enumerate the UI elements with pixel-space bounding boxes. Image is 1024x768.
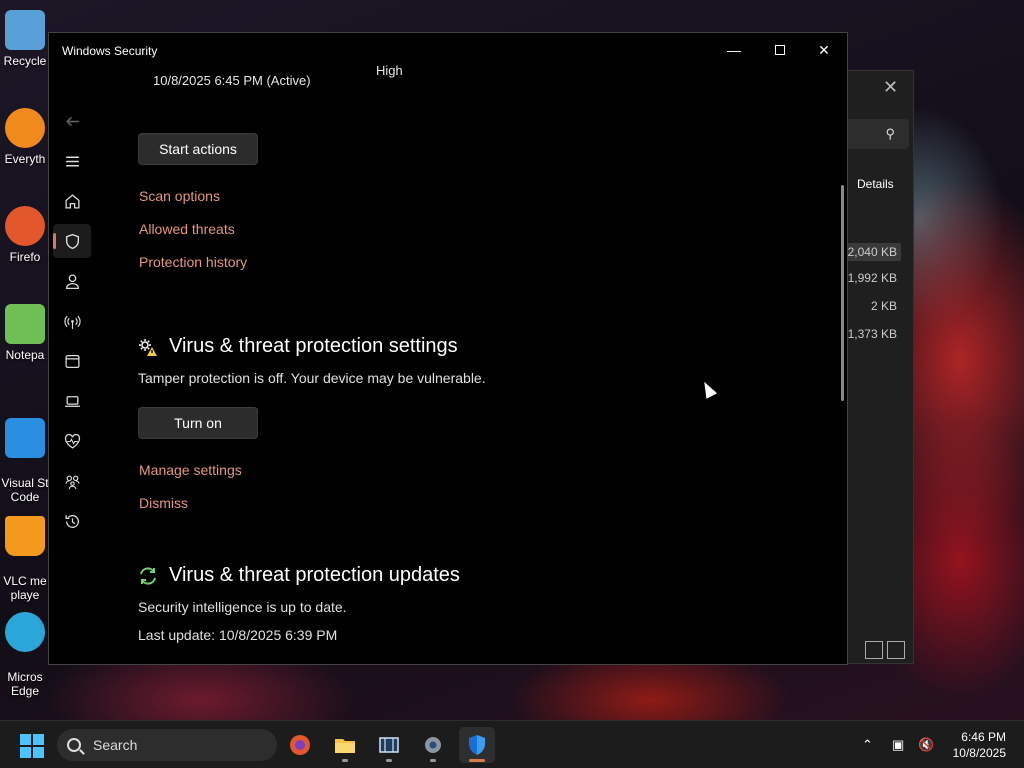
taskbar-windows-security[interactable] — [459, 727, 495, 763]
intelligence-status: Security intelligence is up to date. — [138, 599, 347, 615]
family-icon — [65, 475, 79, 489]
search-icon: ⚲ — [885, 126, 895, 141]
minimize-button[interactable]: — — [719, 39, 749, 61]
desktop-icon-vlc[interactable]: VLC me playe — [0, 502, 50, 602]
file-size[interactable]: 01,373 KB — [841, 327, 897, 341]
nav-device-health[interactable] — [53, 424, 91, 458]
nav-device-security[interactable] — [53, 384, 91, 418]
taskbar-file-explorer[interactable] — [327, 727, 363, 763]
menu-button[interactable] — [53, 144, 91, 178]
file-size[interactable]: 2 KB — [871, 299, 897, 313]
dismiss-link[interactable]: Dismiss — [139, 495, 188, 511]
shield-icon — [469, 735, 485, 755]
settings-heading: Virus & threat protection settings — [137, 335, 458, 358]
manage-settings-link[interactable]: Manage settings — [139, 462, 242, 478]
recycle-bin-icon — [5, 10, 45, 50]
settings-warning-icon — [139, 338, 157, 356]
details-button[interactable]: Details — [857, 177, 894, 191]
network-icon — [63, 315, 81, 329]
clock-time: 6:46 PM — [961, 730, 1006, 744]
everything-icon — [5, 108, 45, 148]
desktop-icon-recycle-bin[interactable]: Recycle — [0, 10, 50, 68]
protection-history-link[interactable]: Protection history — [139, 254, 247, 270]
network-display-icon[interactable]: ▣ — [892, 737, 904, 753]
taskbar: Search ⌃ ▣ 🔇 6:46 PM 10/8/2025 — [0, 720, 1024, 768]
nav-protection-history[interactable] — [53, 504, 91, 538]
account-icon — [65, 273, 79, 289]
scrollbar[interactable] — [841, 185, 844, 401]
desktop-icon-notepad[interactable]: Notepa — [0, 304, 50, 362]
clock[interactable]: 6:46 PM 10/8/2025 — [953, 729, 1006, 761]
view-switcher — [865, 641, 905, 659]
notepad-icon — [5, 304, 45, 344]
settings-icon — [64, 665, 81, 666]
tamper-protection-status: Tamper protection is off. Your device ma… — [138, 370, 486, 386]
file-size[interactable]: 1,992 KB — [848, 271, 897, 285]
taskbar-settings[interactable] — [415, 727, 451, 763]
clock-date: 10/8/2025 — [952, 746, 1006, 760]
last-scan-time: 10/8/2025 6:45 PM (Active) — [153, 73, 311, 88]
gear-icon — [425, 737, 441, 753]
close-button[interactable]: ✕ — [809, 39, 839, 61]
edge-icon — [5, 612, 45, 652]
chevron-up-icon[interactable]: ⌃ — [862, 737, 873, 753]
refresh-icon — [140, 566, 156, 585]
turn-on-button[interactable]: Turn on — [138, 407, 258, 439]
home-icon — [64, 193, 80, 209]
desktop-icon-edge[interactable]: Micros Edge — [0, 598, 50, 698]
folder-icon — [335, 739, 355, 753]
taskbar-media-app[interactable] — [371, 727, 407, 763]
nav-family-options[interactable] — [53, 464, 91, 498]
nav-account-protection[interactable] — [53, 264, 91, 298]
vlc-icon — [5, 516, 45, 556]
maximize-icon — [775, 45, 785, 55]
volume-muted-icon[interactable]: 🔇 — [918, 737, 934, 753]
nav-virus-protection[interactable] — [53, 224, 91, 258]
firefox-icon — [290, 735, 310, 755]
device-security-icon — [64, 395, 80, 407]
menu-icon — [65, 156, 79, 166]
windows-security-window[interactable]: Windows Security — ✕ 10/8/2025 6:45 PM (… — [48, 32, 848, 665]
window-title: Windows Security — [62, 44, 158, 58]
file-size[interactable]: 2,040 KB — [843, 243, 901, 261]
history-icon — [64, 514, 79, 528]
scan-options-link[interactable]: Scan options — [139, 188, 220, 204]
navigation-rail — [49, 67, 95, 664]
explorer-close-button[interactable]: ✕ — [883, 77, 898, 98]
firefox-icon — [5, 206, 45, 246]
nav-settings[interactable] — [53, 656, 91, 666]
taskbar-firefox[interactable] — [282, 727, 318, 763]
updates-heading-text: Virus & threat protection updates — [169, 564, 460, 586]
main-content: 10/8/2025 6:45 PM (Active) High Start ac… — [137, 63, 835, 664]
updates-heading: Virus & threat protection updates — [137, 564, 460, 587]
start-actions-button[interactable]: Start actions — [138, 133, 258, 165]
explorer-search-box[interactable]: ⚲ — [839, 119, 909, 149]
threat-severity: High — [376, 63, 403, 78]
allowed-threats-link[interactable]: Allowed threats — [139, 221, 235, 237]
health-icon — [64, 433, 80, 449]
desktop-icon-firefox[interactable]: Firefo — [0, 206, 50, 264]
desktop-icon-everything[interactable]: Everyth — [0, 108, 50, 166]
back-button[interactable] — [53, 104, 91, 138]
search-icon — [67, 738, 81, 752]
shield-icon — [65, 233, 79, 249]
details-view-icon[interactable] — [865, 641, 883, 659]
title-bar: Windows Security — ✕ — [49, 33, 847, 67]
app-browser-icon — [64, 354, 80, 368]
film-icon — [379, 737, 399, 753]
vscode-icon — [5, 418, 45, 458]
search-label: Search — [93, 737, 138, 753]
last-update: Last update: 10/8/2025 6:39 PM — [138, 627, 338, 643]
taskbar-search[interactable]: Search — [57, 729, 277, 761]
back-icon — [65, 116, 79, 126]
start-button[interactable] — [20, 734, 44, 758]
settings-heading-text: Virus & threat protection settings — [169, 335, 458, 357]
maximize-button[interactable] — [765, 39, 795, 61]
large-icons-view-icon[interactable] — [887, 641, 905, 659]
nav-app-browser-control[interactable] — [53, 344, 91, 378]
nav-firewall[interactable] — [53, 304, 91, 338]
desktop-icon-vscode[interactable]: Visual St Code — [0, 404, 50, 504]
nav-home[interactable] — [53, 184, 91, 218]
